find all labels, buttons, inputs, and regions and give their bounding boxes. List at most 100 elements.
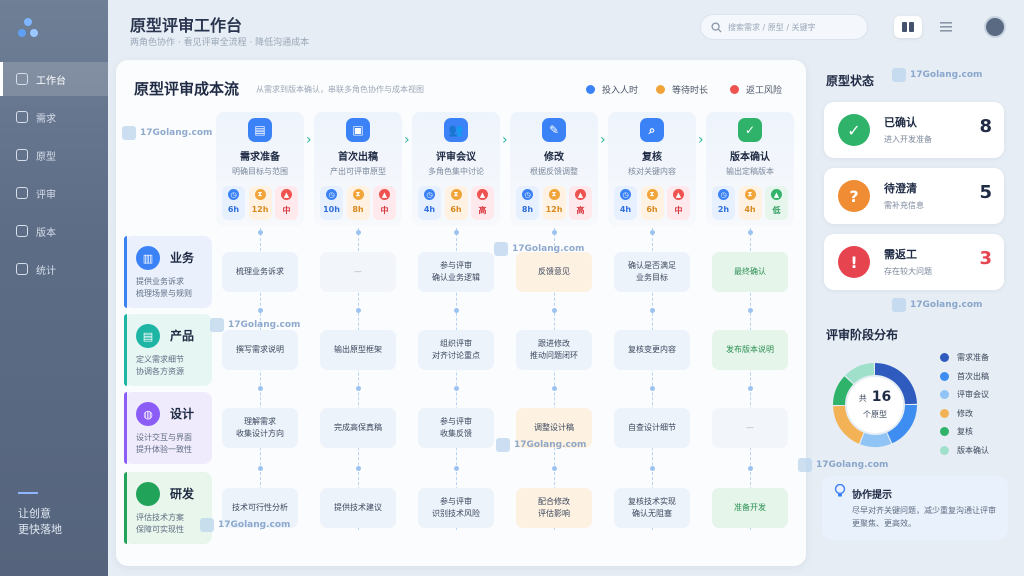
hours-metric: ◷ 2h [712, 186, 735, 220]
connector-dot [356, 230, 361, 235]
flow-cell[interactable]: 复核技术实现 确认无阻塞 [614, 488, 690, 528]
connector-dot [748, 230, 753, 235]
metric-value: 中 [380, 206, 389, 215]
flow-cell[interactable]: 发布版本说明 [712, 330, 788, 370]
role-card[interactable]: ▥ 业务 提供业务诉求 梳理场景与规则 [124, 236, 212, 308]
sidebar-item-prototypes[interactable]: 原型 [0, 138, 108, 172]
connector-dot [356, 466, 361, 471]
hours-metric: ◷ 4h [418, 186, 441, 220]
legend-label: 返工风险 [746, 86, 783, 96]
role-name: 产品 [170, 329, 195, 343]
flow-cell[interactable]: 反馈意见 [516, 252, 592, 292]
flow-cell[interactable]: 理解需求 收集设计方向 [222, 408, 298, 448]
connector-dot [454, 230, 459, 235]
search-icon: ⌕ [640, 118, 664, 142]
status-card-confirmed[interactable]: ✓ 已确认 进入开发准备 8 [824, 102, 1004, 158]
flow-cell[interactable]: 梳理业务诉求 [222, 252, 298, 292]
metric-value: 4h [744, 205, 756, 214]
flow-cell[interactable]: 参与评审 识别技术风险 [418, 488, 494, 528]
hourglass-icon: ⧗ [646, 189, 658, 200]
flow-cell[interactable]: 最终确认 [712, 252, 788, 292]
watermark: 17Golang.com [892, 68, 982, 82]
list-view-button[interactable] [932, 16, 960, 38]
stage-desc: 输出定稿版本 [726, 167, 774, 176]
legend-dot [940, 371, 949, 381]
sidebar-item-dashboard[interactable]: 工作台 [0, 62, 108, 96]
role-card[interactable]: 研发 评估技术方案 保障可实现性 [124, 472, 212, 544]
people-icon: 👥 [444, 118, 468, 142]
chevron-right-icon: › [404, 132, 410, 148]
sidebar-item-versions[interactable]: 版本 [0, 214, 108, 248]
sidebar-item-label: 评审 [36, 189, 56, 201]
stage-card[interactable]: ▣ 首次出稿 产出可评审原型 ◷ 10h ⧗ 8h ▲ 中 [314, 112, 402, 226]
stage-metrics: ◷ 2h ⧗ 4h ▲ 低 [712, 186, 788, 220]
cell-text: 撰写需求说明 [236, 345, 284, 354]
connector-dot [650, 466, 655, 471]
connector-dot [258, 230, 263, 235]
connector-dot [258, 466, 263, 471]
flow-cell[interactable]: 复核变更内容 [614, 330, 690, 370]
flow-cell[interactable]: 提供技术建议 [320, 488, 396, 528]
sidebar-item-label: 需求 [36, 113, 56, 125]
role-desc-line: 设计交互与界面 [136, 433, 192, 442]
sidebar-item-requirements[interactable]: 需求 [0, 100, 108, 134]
home-icon [16, 73, 28, 85]
avatar[interactable] [984, 16, 1006, 38]
flow-cell[interactable]: — [712, 408, 788, 448]
search-input[interactable]: 搜索需求 / 原型 / 关键字 [700, 14, 868, 40]
watermark: 17Golang.com [496, 438, 586, 452]
sidebar-item-review[interactable]: 评审 [0, 176, 108, 210]
flow-cell[interactable]: 撰写需求说明 [222, 330, 298, 370]
metric-value: 6h [646, 205, 658, 214]
donut-legend-label: 首次出稿 [957, 371, 989, 381]
chevron-right-icon: › [698, 132, 704, 148]
watermark-text: 17Golang.com [140, 128, 213, 138]
connector-dot [454, 386, 459, 391]
stage-name: 版本确认 [730, 152, 770, 163]
flow-cell[interactable]: 输出原型框架 [320, 330, 396, 370]
flow-cell[interactable]: 参与评审 收集反馈 [418, 408, 494, 448]
metric-value: 高 [478, 206, 487, 215]
flow-cell[interactable]: 跟进修改 推动问题闭环 [516, 330, 592, 370]
watermark-text: 17Golang.com [910, 300, 983, 310]
page-title: 原型评审工作台 [130, 16, 243, 35]
role-card[interactable]: ▤ 产品 定义需求细节 协调各方资源 [124, 314, 212, 386]
watermark: 17Golang.com [798, 458, 888, 472]
stage-card[interactable]: ▤ 需求准备 明确目标与范围 ◷ 6h ⧗ 12h ▲ 中 [216, 112, 304, 226]
motto-divider [18, 492, 38, 494]
risk-metric: ▲ 低 [765, 186, 788, 220]
page-subtitle: 两角色协作 · 看见评审全流程 · 降低沟通成本 [130, 38, 310, 48]
role-card[interactable]: ◍ 设计 设计交互与界面 提升体验一致性 [124, 392, 212, 464]
metric-value: 6h [450, 205, 462, 214]
hourglass-icon: ⧗ [254, 189, 266, 200]
sidebar-motto: 让创意 更快落地 [18, 506, 62, 538]
wait-metric: ⧗ 6h [640, 186, 664, 220]
status-card-rework[interactable]: ! 需返工 存在较大问题 3 [824, 234, 1004, 290]
flow-cell[interactable]: 参与评审 确认业务逻辑 [418, 252, 494, 292]
flow-cell[interactable]: 自查设计细节 [614, 408, 690, 448]
donut-slice-3[interactable] [860, 432, 892, 447]
cell-text: — [354, 267, 362, 276]
stage-card[interactable]: ✎ 修改 根据反馈调整 ◷ 8h ⧗ 12h ▲ 高 [510, 112, 598, 226]
connector-dot [454, 466, 459, 471]
stage-card[interactable]: ✓ 版本确认 输出定稿版本 ◷ 2h ⧗ 4h ▲ 低 [706, 112, 794, 226]
sidebar-item-stats[interactable]: 统计 [0, 252, 108, 286]
flow-cell[interactable]: 确认是否满足 业务目标 [614, 252, 690, 292]
watermark: 17Golang.com [122, 126, 212, 140]
stage-card[interactable]: 👥 评审会议 多角色集中讨论 ◷ 4h ⧗ 6h ▲ 高 [412, 112, 500, 226]
flow-cell[interactable]: 完成高保真稿 [320, 408, 396, 448]
status-card-pending[interactable]: ? 待澄清 需补充信息 5 [824, 168, 1004, 224]
grid-view-button[interactable] [894, 16, 922, 38]
flow-cell[interactable]: — [320, 252, 396, 292]
flow-cell[interactable]: 配合修改 评估影响 [516, 488, 592, 528]
stage-name: 复核 [642, 152, 662, 163]
stage-card[interactable]: ⌕ 复核 核对关键内容 ◷ 4h ⧗ 6h ▲ 中 [608, 112, 696, 226]
flow-cell[interactable]: 组织评审 对齐讨论重点 [418, 330, 494, 370]
flow-cell[interactable]: 准备开发 [712, 488, 788, 528]
search-icon [711, 21, 722, 33]
hours-metric: ◷ 6h [222, 186, 245, 220]
stage-metrics: ◷ 10h ⧗ 8h ▲ 中 [320, 186, 396, 220]
donut-prefix: 共 [858, 394, 867, 403]
document-icon: ▤ [248, 118, 272, 142]
legend-dot [730, 85, 739, 94]
